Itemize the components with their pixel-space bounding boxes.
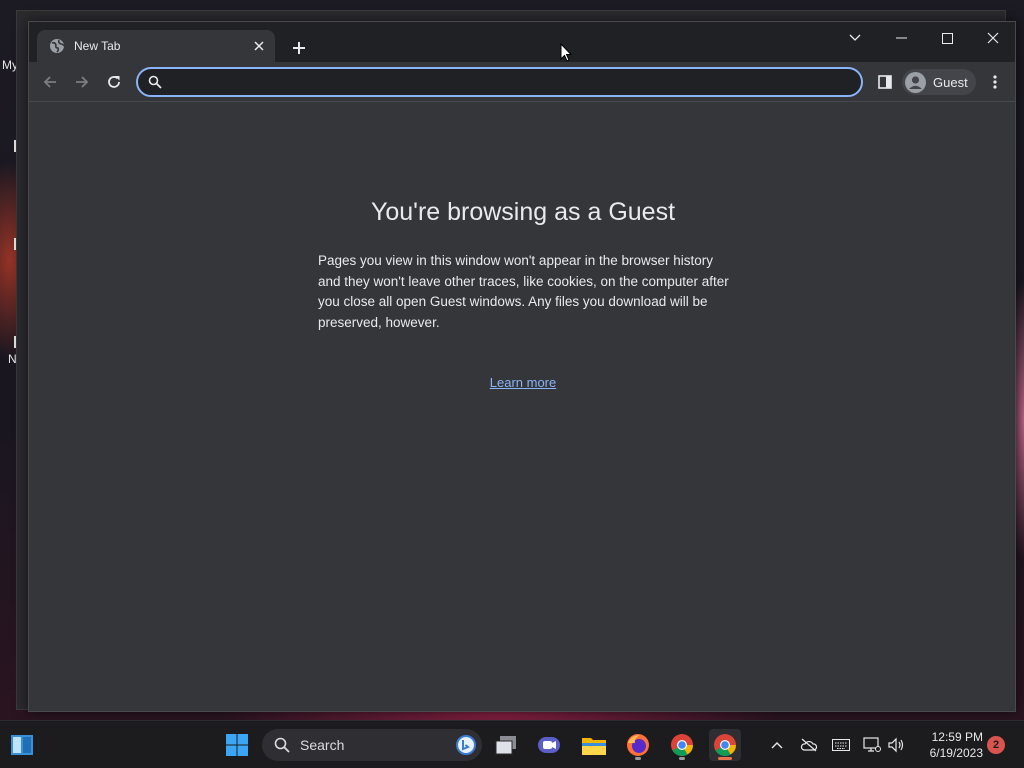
side-panel-icon <box>878 75 892 89</box>
profile-label: Guest <box>933 74 968 90</box>
running-indicator <box>635 757 641 760</box>
chrome-icon[interactable] <box>666 729 698 761</box>
clock[interactable]: 12:59 PM 6/19/2023 <box>915 729 983 761</box>
side-panel-button[interactable] <box>873 70 897 94</box>
browser-toolbar: Guest <box>29 62 1015 102</box>
close-icon <box>987 32 999 44</box>
close-tab-icon[interactable] <box>249 36 269 56</box>
chevron-down-icon <box>849 34 861 41</box>
more-vert-icon <box>993 75 997 89</box>
clock-date: 6/19/2023 <box>929 746 983 760</box>
address-bar[interactable] <box>136 67 863 97</box>
title-bar[interactable]: New Tab <box>29 22 1015 62</box>
reload-button[interactable] <box>100 68 128 96</box>
tab-title: New Tab <box>74 39 121 53</box>
windows-widget-icon[interactable] <box>6 729 38 761</box>
bing-icon[interactable] <box>456 735 476 755</box>
tab-search-button[interactable] <box>832 24 878 52</box>
page-title: You're browsing as a Guest <box>370 198 676 226</box>
learn-more-container: Learn more <box>29 375 1017 390</box>
maximize-button[interactable] <box>924 24 970 52</box>
taskbar-search[interactable]: Search <box>262 729 482 761</box>
new-tab-button[interactable] <box>287 36 311 60</box>
back-button[interactable] <box>36 68 64 96</box>
globe-icon <box>49 38 65 54</box>
browser-window: New Tab Guest You're browsing as a Guest… <box>28 21 1016 712</box>
onedrive-offline-icon[interactable] <box>798 733 820 757</box>
file-explorer-icon[interactable] <box>578 729 610 761</box>
mouse-cursor-icon <box>560 42 573 63</box>
network-icon[interactable] <box>861 733 883 757</box>
reload-icon <box>108 76 120 88</box>
running-indicator <box>679 757 685 760</box>
menu-button[interactable] <box>983 70 1007 94</box>
page-content: You're browsing as a Guest Pages you vie… <box>29 102 1015 713</box>
maximize-icon <box>941 32 953 44</box>
task-view-icon[interactable] <box>490 729 522 761</box>
firefox-icon[interactable] <box>622 729 654 761</box>
teams-icon[interactable] <box>533 729 565 761</box>
notification-badge[interactable]: 2 <box>987 736 1005 754</box>
taskbar: Search 12:59 PM 6/19/2023 2 <box>0 720 1024 768</box>
start-icon[interactable] <box>221 729 253 761</box>
minimize-icon <box>895 37 907 39</box>
profile-button[interactable]: Guest <box>902 69 976 95</box>
plus-icon <box>293 42 305 54</box>
chrome-icon[interactable] <box>709 729 741 761</box>
learn-more-link[interactable]: Learn more <box>490 375 556 390</box>
arrow-left-icon <box>43 76 56 88</box>
avatar-icon <box>905 71 926 93</box>
forward-button[interactable] <box>68 68 96 96</box>
close-window-button[interactable] <box>970 24 1016 52</box>
tab-new-tab[interactable]: New Tab <box>37 30 275 62</box>
volume-icon[interactable] <box>885 733 907 757</box>
search-label: Search <box>300 737 345 753</box>
address-input[interactable] <box>170 70 861 94</box>
minimize-button[interactable] <box>878 24 924 52</box>
chevron-up-icon[interactable] <box>766 733 788 757</box>
arrow-right-icon <box>76 76 89 88</box>
guest-description: Pages you view in this window won't appe… <box>318 253 729 330</box>
keyboard-icon[interactable] <box>830 733 852 757</box>
active-indicator <box>718 757 732 760</box>
search-icon <box>148 75 162 89</box>
clock-time: 12:59 PM <box>931 730 983 744</box>
search-icon <box>274 737 290 753</box>
